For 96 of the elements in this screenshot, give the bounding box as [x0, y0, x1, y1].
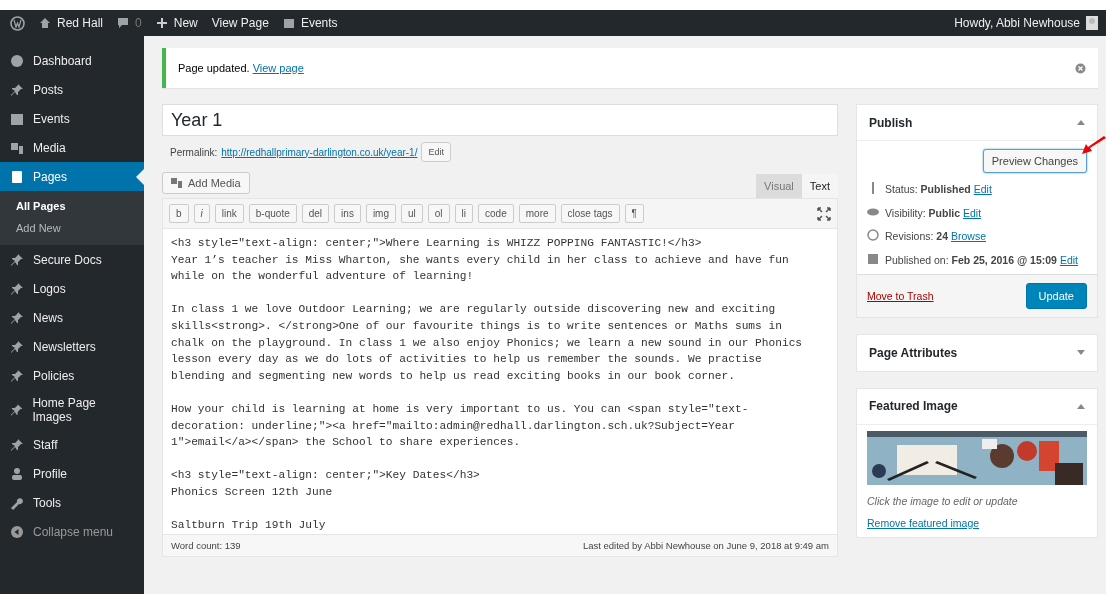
quicktag-button[interactable]: link	[214, 204, 244, 223]
code-line: 1">email</a></span> the School to share experiences.	[171, 435, 522, 451]
fullscreen-icon[interactable]	[817, 206, 831, 221]
last-edited-text: Last edited by Abbi Newhouse on June 9, 2018 at 9:49 am	[582, 540, 829, 551]
pages-icon	[10, 169, 24, 184]
editor-tab[interactable]: Text	[801, 174, 838, 198]
code-line: Phonics Screen 12th June	[171, 484, 334, 500]
wordpress-logo-icon[interactable]	[10, 15, 25, 31]
site-link[interactable]: Red Hall	[39, 16, 104, 30]
code-line: blending and segmenting new words to help us read exciting books in our book corner.	[171, 368, 736, 384]
add-media-button[interactable]: Add Media	[162, 172, 250, 194]
menu-item[interactable]: Events	[0, 104, 144, 133]
code-line: chalk on the playground. In class 1 we also enjoy Phonics; we learn a new sound in our Phonics	[171, 335, 804, 351]
home-icon	[39, 17, 51, 29]
quicktag-button[interactable]: i	[193, 204, 210, 223]
quicktag-button[interactable]: img	[365, 204, 396, 223]
submenu-item[interactable]: All Pages	[0, 195, 144, 217]
publish-info: Published on: Feb 25, 2016 @ 15:09 Edit	[885, 253, 1078, 268]
new-link[interactable]: New	[155, 16, 198, 30]
person-icon	[10, 466, 24, 481]
preview-changes-button[interactable]: Preview Changes	[982, 149, 1087, 173]
menu-item[interactable]: Profile	[0, 459, 144, 488]
menu-item[interactable]: Home Page Images	[0, 390, 144, 430]
permalink-label: Permalink:	[170, 146, 218, 158]
events-link[interactable]: Events	[282, 16, 338, 30]
panel-header[interactable]: Page Attributes	[857, 334, 1097, 371]
menu-item[interactable]: Logos	[0, 274, 144, 303]
content-editor[interactable]	[162, 229, 838, 535]
edit-button[interactable]: Edit	[421, 142, 451, 162]
publish-link[interactable]: Browse	[950, 230, 986, 243]
quicktag-button[interactable]: li	[454, 204, 474, 223]
remove-image-link[interactable]: Remove featured image	[867, 516, 1087, 529]
quicktag-button[interactable]: more	[518, 204, 556, 223]
update-button[interactable]: Update	[1025, 282, 1087, 309]
collapse-menu-button[interactable]: Collapse menu	[0, 517, 144, 546]
menu-item[interactable]: News	[0, 303, 144, 332]
publish-info: Revisions: 24 Browse	[885, 229, 986, 245]
menu-item[interactable]: Policies	[0, 361, 144, 390]
menu-item[interactable]: Secure Docs	[0, 245, 144, 274]
view-page-link[interactable]: View page	[252, 62, 304, 74]
publish-info: Visibility: Public Edit	[885, 205, 982, 221]
wrench-icon	[10, 495, 24, 510]
image-hint: Click the image to edit or update	[867, 494, 1019, 507]
code-line: lesson every day as we do lots of activities to help us remember the sounds. We practise	[171, 352, 763, 368]
panel-header[interactable]: Publish	[857, 105, 1097, 141]
publish-link[interactable]: Edit	[973, 183, 992, 195]
plus-icon	[155, 17, 168, 29]
quicktag-button[interactable]: ol	[427, 204, 450, 223]
menu-item[interactable]: Posts	[0, 75, 144, 104]
collapse-icon	[10, 524, 24, 539]
submenu-item[interactable]: Add New	[0, 217, 144, 239]
caret-icon[interactable]	[1077, 120, 1085, 125]
media-icon	[10, 140, 24, 155]
code-line: <h3 style="text-align: center;">Key Dates</h3>	[171, 468, 481, 484]
view-page-link[interactable]: View Page	[211, 16, 269, 30]
menu-item[interactable]: Media	[0, 133, 144, 162]
media-icon	[171, 177, 183, 189]
code-line: In class 1 we love Outdoor Learning; we are regularly outside discovering new and exciting	[171, 302, 777, 318]
clock-icon	[867, 229, 879, 242]
quicktag-button[interactable]: close tags	[560, 204, 620, 223]
code-line: <h3 style="text-align: center;">Where Learning is WHIZZ POPPING FANTASTIC!</h3>	[171, 236, 703, 251]
publish-link[interactable]: Edit	[963, 206, 982, 219]
panel-header[interactable]: Featured Image	[857, 388, 1097, 425]
arrow-icon	[1082, 136, 1106, 156]
quicktag-button[interactable]: b	[169, 204, 189, 223]
notice-text: Page updated. View page	[178, 62, 304, 74]
user-greeting[interactable]: Howdy, Abbi Newhouse	[954, 16, 1098, 30]
title-field[interactable]: Year 1	[162, 104, 838, 136]
code-line: decoration: underline;"><a href="mailto:admin@redhall.darlington.sch.uk?Subject=Year	[171, 418, 736, 434]
menu-item[interactable]: Newsletters	[0, 332, 144, 361]
speech-bubble-icon	[117, 17, 130, 29]
quicktag-button[interactable]: code	[478, 204, 514, 223]
move-to-trash-link[interactable]: Move to Trash	[867, 289, 934, 302]
quicktag-button[interactable]: ins	[334, 204, 361, 223]
permalink-link[interactable]: http://redhallprimary-darlington.co.uk/year-1/	[221, 146, 418, 158]
menu-item[interactable]: Dashboard	[0, 46, 144, 75]
quicktag-button[interactable]: ul	[401, 204, 423, 223]
avatar-icon	[1086, 16, 1098, 30]
pointer-icon	[136, 168, 144, 185]
menu-item[interactable]: Tools	[0, 488, 144, 517]
menu-item[interactable]: Staff	[0, 430, 144, 459]
code-line: skills<strong>. </strong>One of our favourite things is to write sentences or Maths sums in	[171, 318, 783, 334]
publish-link[interactable]: Edit	[1059, 254, 1078, 267]
publish-info: Status: Published Edit	[885, 182, 992, 197]
code-line: How your child is learning at home is very important to us. You can <span style="text-	[171, 401, 750, 417]
caret-icon[interactable]	[1077, 350, 1085, 356]
code-line: while on the wonderful adventure of learning!	[171, 269, 475, 285]
code-line: Saltburn Trip 19th July	[171, 518, 327, 534]
quicktag-button[interactable]: b-quote	[248, 204, 297, 223]
quicktag-button[interactable]: del	[301, 204, 330, 223]
word-count: Word count: 139	[171, 540, 241, 551]
menu-item[interactable]: Pages	[0, 162, 144, 191]
caret-icon[interactable]	[1077, 403, 1085, 409]
dismiss-icon[interactable]	[1075, 62, 1086, 74]
code-line: Year 1’s teacher is Miss Wharton, she wants every child in her class to achieve and have fun	[171, 252, 790, 268]
quicktag-button[interactable]: ¶	[624, 204, 644, 223]
